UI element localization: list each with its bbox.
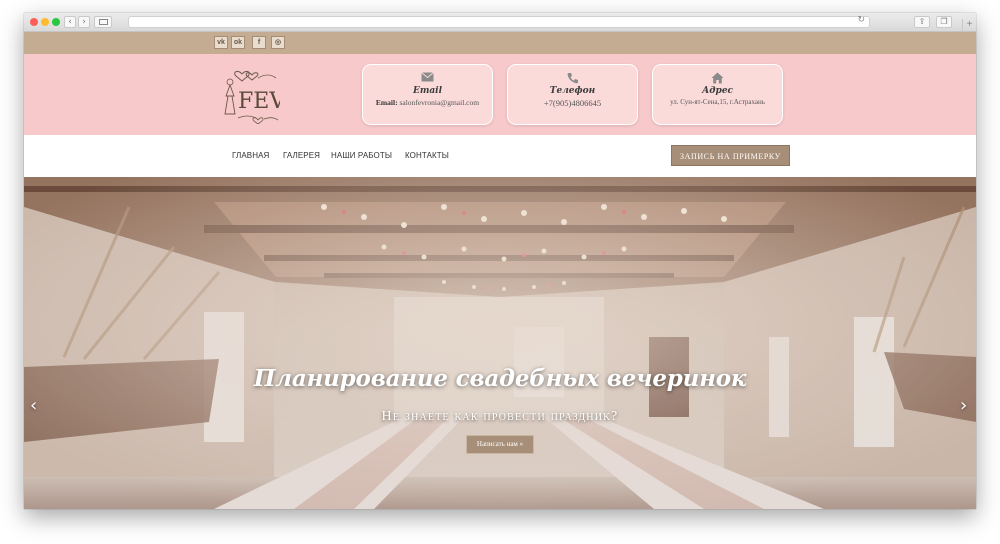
tabs-button[interactable]: ❐ [936,16,952,28]
nav-link-contacts[interactable]: КОНТАКТЫ [405,151,449,160]
email-address[interactable]: salonfevronia@gmail.com [398,98,479,107]
phone-card[interactable]: Телефон +7(905)4806645 [507,64,638,125]
sidebar-icon [99,19,108,25]
new-tab-button[interactable]: + [962,19,976,32]
share-icon: ⇪ [918,17,926,26]
share-button[interactable]: ⇪ [914,16,930,28]
social-bar: vk ok f ◎ [24,32,976,54]
chevron-left-icon: ‹ [68,17,72,27]
forward-button[interactable]: › [78,16,90,28]
phone-card-title: Телефон [549,86,596,96]
chevron-right-icon: › [82,17,86,27]
hero-subtitle: Не знаете как провести праздник? [381,409,619,424]
maximize-window-button[interactable] [52,18,60,26]
fitting-appointment-button[interactable]: ЗАПИСЬ НА ПРИМЕРКУ [671,145,790,166]
email-card-value: Email: salonfevronia@gmail.com [363,98,492,107]
tabs-icon: ❐ [940,17,948,26]
nav-link-home[interactable]: ГЛАВНАЯ [232,151,269,160]
browser-window: ‹ › ↻ ⇪ ❐ + vk ok f ◎ FEVA [24,13,976,509]
vk-icon[interactable]: vk [214,36,228,49]
slider-prev-icon[interactable]: ‹ [30,395,37,416]
facebook-icon[interactable]: f [252,36,266,49]
nav-link-gallery[interactable]: ГАЛЕРЕЯ [283,151,320,160]
sidebar-toggle-button[interactable] [94,16,112,28]
hero-slider: Планирование свадебных вечеринок Не знае… [24,177,976,509]
hero-title: Планирование свадебных вечеринок [253,365,747,392]
envelope-icon [363,72,492,84]
nav-link-works[interactable]: НАШИ РАБОТЫ [331,151,392,160]
address-card[interactable]: Адрес ул. Сун-ят-Сена,15, г.Астрахань [652,64,783,125]
hero-background-image [24,177,976,509]
contact-us-button[interactable]: Написать нам » [466,435,534,454]
instagram-icon[interactable]: ◎ [271,36,285,49]
site-header: FEVA Email Email: salonfevronia@gmail.co… [24,54,976,135]
email-card[interactable]: Email Email: salonfevronia@gmail.com [362,64,493,125]
home-icon [653,72,782,84]
logo-graphic: FEVA [224,70,301,125]
main-navigation: ГЛАВНАЯ ГАЛЕРЕЯ НАШИ РАБОТЫ КОНТАКТЫ ЗАП… [24,135,976,177]
address-card-title: Адрес [701,86,734,96]
close-window-button[interactable] [30,18,38,26]
email-card-title: Email [412,86,443,96]
email-label: Email: [375,98,398,107]
address-value: ул. Сун-ят-Сена,15, г.Астрахань [670,98,765,106]
browser-toolbar: ‹ › ↻ ⇪ ❐ + [24,13,976,32]
minimize-window-button[interactable] [41,18,49,26]
address-bar[interactable]: ↻ [128,15,870,28]
site-logo[interactable]: FEVA [220,66,301,125]
back-button[interactable]: ‹ [64,16,76,28]
slider-next-icon[interactable]: › [960,395,967,416]
svg-text:FEVA: FEVA [238,89,280,114]
reload-icon[interactable]: ↻ [857,15,865,25]
phone-icon [508,72,637,84]
odnoklassniki-icon[interactable]: ok [231,36,245,49]
phone-number[interactable]: +7(905)4806645 [508,98,637,108]
